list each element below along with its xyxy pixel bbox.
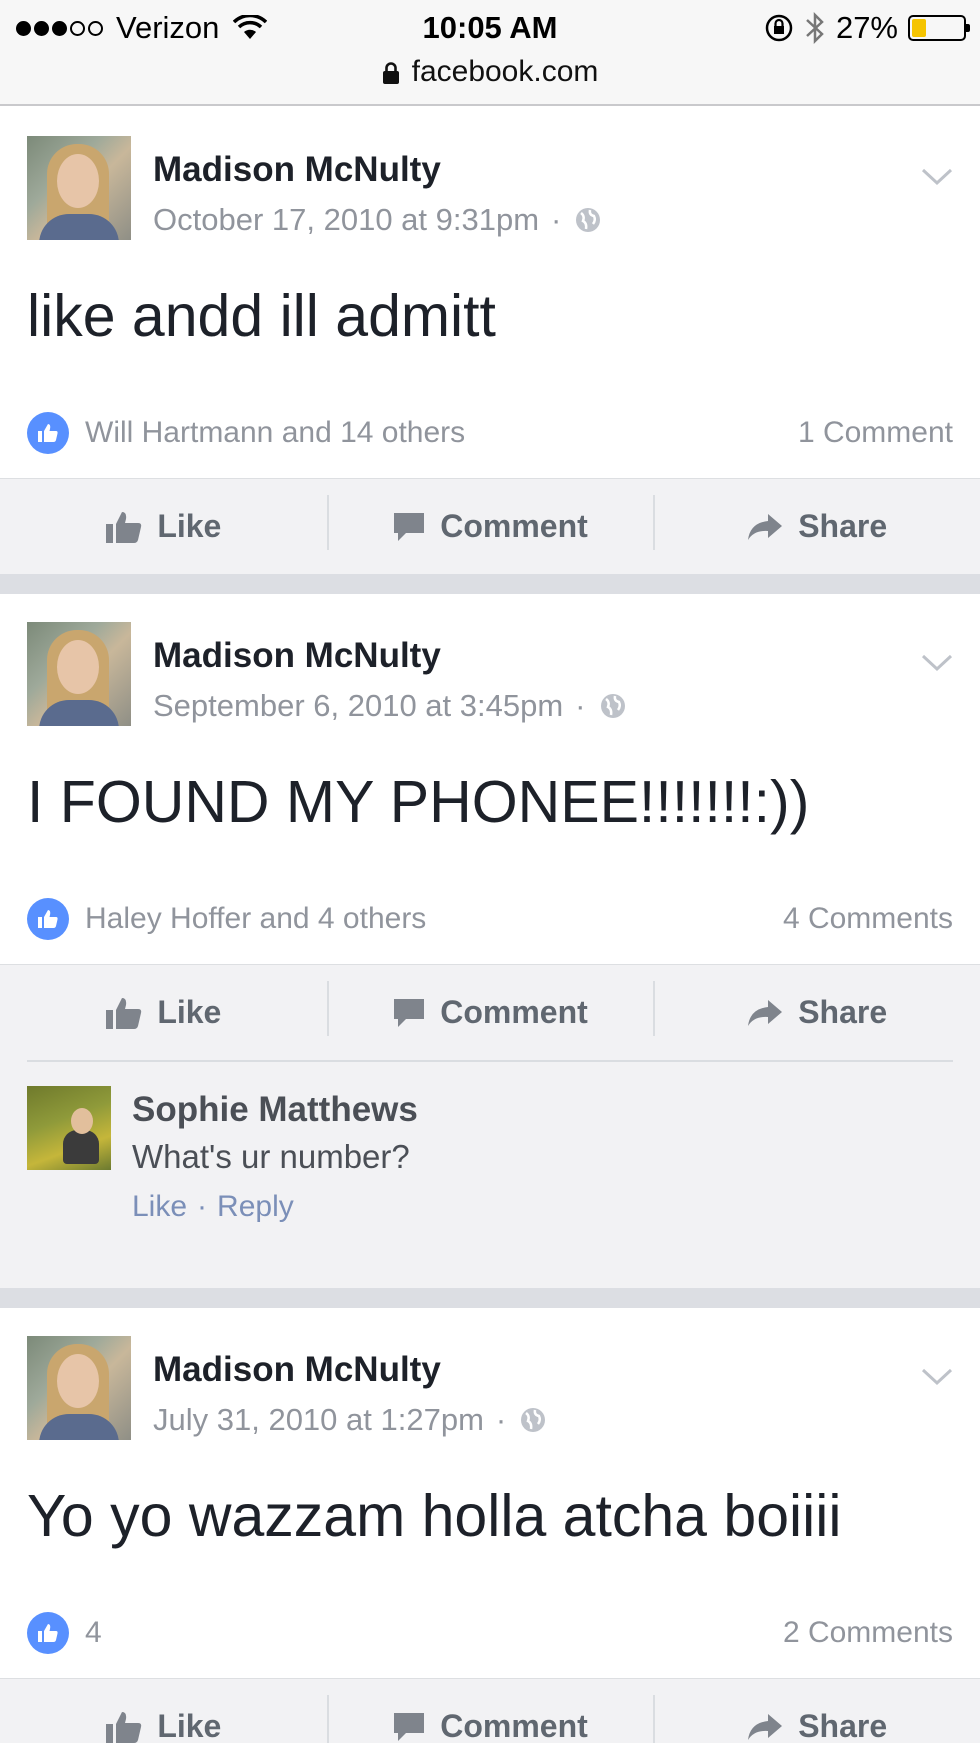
like-badge-icon[interactable] [27, 898, 69, 940]
commenter-avatar[interactable] [27, 1086, 111, 1170]
share-icon [748, 1713, 783, 1740]
likers-text[interactable]: Will Hartmann and 14 others [85, 416, 465, 450]
author-avatar[interactable] [27, 136, 131, 240]
comment-label: Comment [440, 508, 588, 544]
comment-icon [394, 1712, 425, 1741]
meta-separator: · [551, 202, 562, 237]
browser-status-bar: Verizon 10:05 AM 27% facebook.com [0, 0, 980, 106]
lock-icon [382, 62, 399, 84]
post: Madison McNulty July 31, 2010 at 1:27pm … [0, 1308, 980, 1743]
like-badge-icon[interactable] [27, 1612, 69, 1654]
like-label: Like [157, 994, 222, 1030]
likers-text[interactable]: Haley Hoffer and 4 others [85, 902, 426, 936]
comment-reply-link[interactable]: Reply [217, 1190, 294, 1223]
share-button[interactable]: Share [653, 965, 980, 1060]
post-actions: Like Comment Share [0, 478, 980, 574]
author-avatar[interactable] [27, 622, 131, 726]
comment-count[interactable]: 1 Comment [798, 416, 953, 450]
globe-icon [600, 694, 625, 718]
comment-count[interactable]: 2 Comments [783, 1616, 953, 1650]
post-header: Madison McNulty October 17, 2010 at 9:31… [0, 108, 980, 258]
battery-percent: 27% [835, 10, 898, 45]
like-button[interactable]: Like [0, 1679, 327, 1743]
comment-action-separator: · [197, 1190, 208, 1223]
thumbs-up-icon [106, 511, 142, 543]
like-badge-icon[interactable] [27, 412, 69, 454]
news-feed: Madison McNulty October 17, 2010 at 9:31… [0, 108, 980, 1743]
share-icon [748, 999, 783, 1026]
post-header: Madison McNulty September 6, 2010 at 3:4… [0, 594, 980, 744]
address-bar[interactable]: facebook.com [0, 52, 980, 92]
post-meta: October 17, 2010 at 9:31pm · [153, 202, 601, 238]
post-author-name[interactable]: Madison McNulty [153, 1350, 441, 1390]
post-divider [0, 574, 980, 594]
share-label: Share [798, 508, 888, 544]
chevron-down-icon[interactable] [920, 1366, 954, 1388]
chevron-down-icon[interactable] [920, 652, 954, 674]
meta-separator: · [495, 1402, 507, 1437]
comment-label: Comment [440, 994, 588, 1030]
post-timestamp[interactable]: October 17, 2010 at 9:31pm [153, 202, 539, 238]
commenter-name[interactable]: Sophie Matthews [132, 1090, 418, 1130]
bluetooth-icon [806, 11, 824, 45]
share-button[interactable]: Share [653, 1679, 980, 1743]
orientation-lock-icon [765, 14, 793, 42]
chevron-down-icon[interactable] [920, 166, 954, 188]
post: Madison McNulty October 17, 2010 at 9:31… [0, 108, 980, 574]
post-author-name[interactable]: Madison McNulty [153, 636, 441, 676]
globe-icon [521, 1408, 546, 1432]
thumbs-up-icon [106, 1711, 142, 1743]
like-button[interactable]: Like [0, 479, 327, 574]
status-right: 27% [754, 8, 970, 48]
comment-button[interactable]: Comment [326, 965, 654, 1060]
post-meta: July 31, 2010 at 1:27pm · [153, 1402, 546, 1438]
comment-label: Comment [440, 1708, 588, 1743]
post-text: I FOUND MY PHONEE!!!!!!!:)) [27, 769, 810, 835]
comment-actions: Like · Reply [132, 1190, 294, 1224]
share-button[interactable]: Share [653, 479, 980, 574]
globe-icon [576, 208, 601, 232]
comment-button[interactable]: Comment [326, 479, 654, 574]
post-meta: September 6, 2010 at 3:45pm · [153, 688, 626, 724]
post-author-name[interactable]: Madison McNulty [153, 150, 441, 190]
like-button[interactable]: Like [0, 965, 327, 1060]
post-stats: Will Hartmann and 14 others 1 Comment [0, 398, 980, 478]
comment-button[interactable]: Comment [326, 1679, 654, 1743]
post-actions: Like Comment Share [0, 1678, 980, 1743]
battery-icon [908, 15, 970, 41]
comment-like-link[interactable]: Like [132, 1190, 187, 1223]
post-timestamp[interactable]: July 31, 2010 at 1:27pm [153, 1402, 484, 1438]
share-label: Share [798, 994, 888, 1030]
post-stats: Haley Hoffer and 4 others 4 Comments [0, 884, 980, 964]
post-text: like andd ill admitt [27, 283, 496, 349]
post-timestamp[interactable]: September 6, 2010 at 3:45pm [153, 688, 563, 724]
meta-separator: · [575, 688, 586, 723]
url-text[interactable]: facebook.com [412, 55, 599, 88]
like-label: Like [157, 1708, 222, 1743]
comment-icon [394, 512, 425, 541]
comment-icon [394, 998, 425, 1027]
share-icon [748, 513, 783, 540]
thumbs-up-icon [106, 997, 142, 1029]
post-header: Madison McNulty July 31, 2010 at 1:27pm … [0, 1308, 980, 1458]
battery-level [912, 19, 926, 37]
comment-text: What's ur number? [132, 1138, 410, 1175]
likers-text[interactable]: 4 [85, 1616, 102, 1650]
post-divider [0, 1288, 980, 1308]
author-avatar[interactable] [27, 1336, 131, 1440]
post-actions: Like Comment Share [0, 964, 980, 1060]
post-text: Yo yo wazzam holla atcha boiiii [27, 1483, 842, 1549]
comments-section: Sophie Matthews What's ur number? Like · R… [0, 1060, 980, 1288]
share-label: Share [798, 1708, 888, 1743]
like-label: Like [157, 508, 222, 544]
comment: Sophie Matthews What's ur number? Like · R… [27, 1062, 953, 1260]
comment-count[interactable]: 4 Comments [783, 902, 953, 936]
post-stats: 4 2 Comments [0, 1598, 980, 1678]
post: Madison McNulty September 6, 2010 at 3:4… [0, 594, 980, 1288]
